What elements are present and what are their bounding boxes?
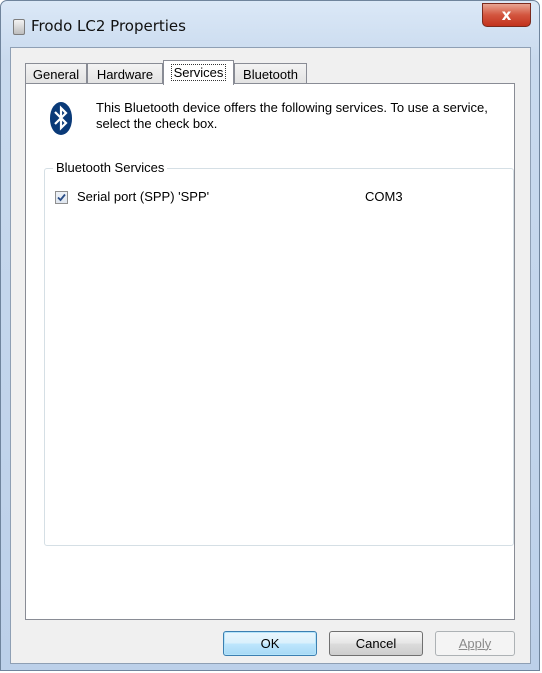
dialog-client-area: General Hardware Services Bluetooth This… [10, 47, 531, 664]
title-bar[interactable]: Frodo LC2 Properties x [1, 1, 539, 47]
window-title: Frodo LC2 Properties [31, 17, 186, 35]
properties-window: Frodo LC2 Properties x General Hardware … [0, 0, 540, 671]
services-tab-panel: This Bluetooth device offers the followi… [25, 83, 515, 620]
bluetooth-services-group: Bluetooth Services Serial port (SPP) 'SP… [44, 160, 514, 546]
tab-hardware[interactable]: Hardware [87, 63, 163, 84]
bluetooth-icon [50, 102, 72, 135]
checkmark-icon [57, 193, 66, 202]
service-name: Serial port (SPP) 'SPP' [77, 189, 210, 204]
cancel-button[interactable]: Cancel [329, 631, 423, 656]
service-checkbox[interactable] [55, 191, 68, 204]
group-label: Bluetooth Services [53, 160, 168, 175]
service-port: COM3 [365, 189, 403, 204]
tab-bluetooth[interactable]: Bluetooth [234, 63, 307, 84]
device-icon [13, 19, 25, 35]
services-description: This Bluetooth device offers the followi… [96, 100, 488, 131]
close-button[interactable]: x [482, 3, 531, 27]
tab-general[interactable]: General [25, 63, 87, 84]
service-row: Serial port (SPP) 'SPP' COM3 [55, 189, 495, 207]
apply-button[interactable]: Apply [435, 631, 515, 656]
tab-services[interactable]: Services [163, 60, 234, 85]
close-icon: x [501, 6, 512, 24]
ok-button[interactable]: OK [223, 631, 317, 656]
